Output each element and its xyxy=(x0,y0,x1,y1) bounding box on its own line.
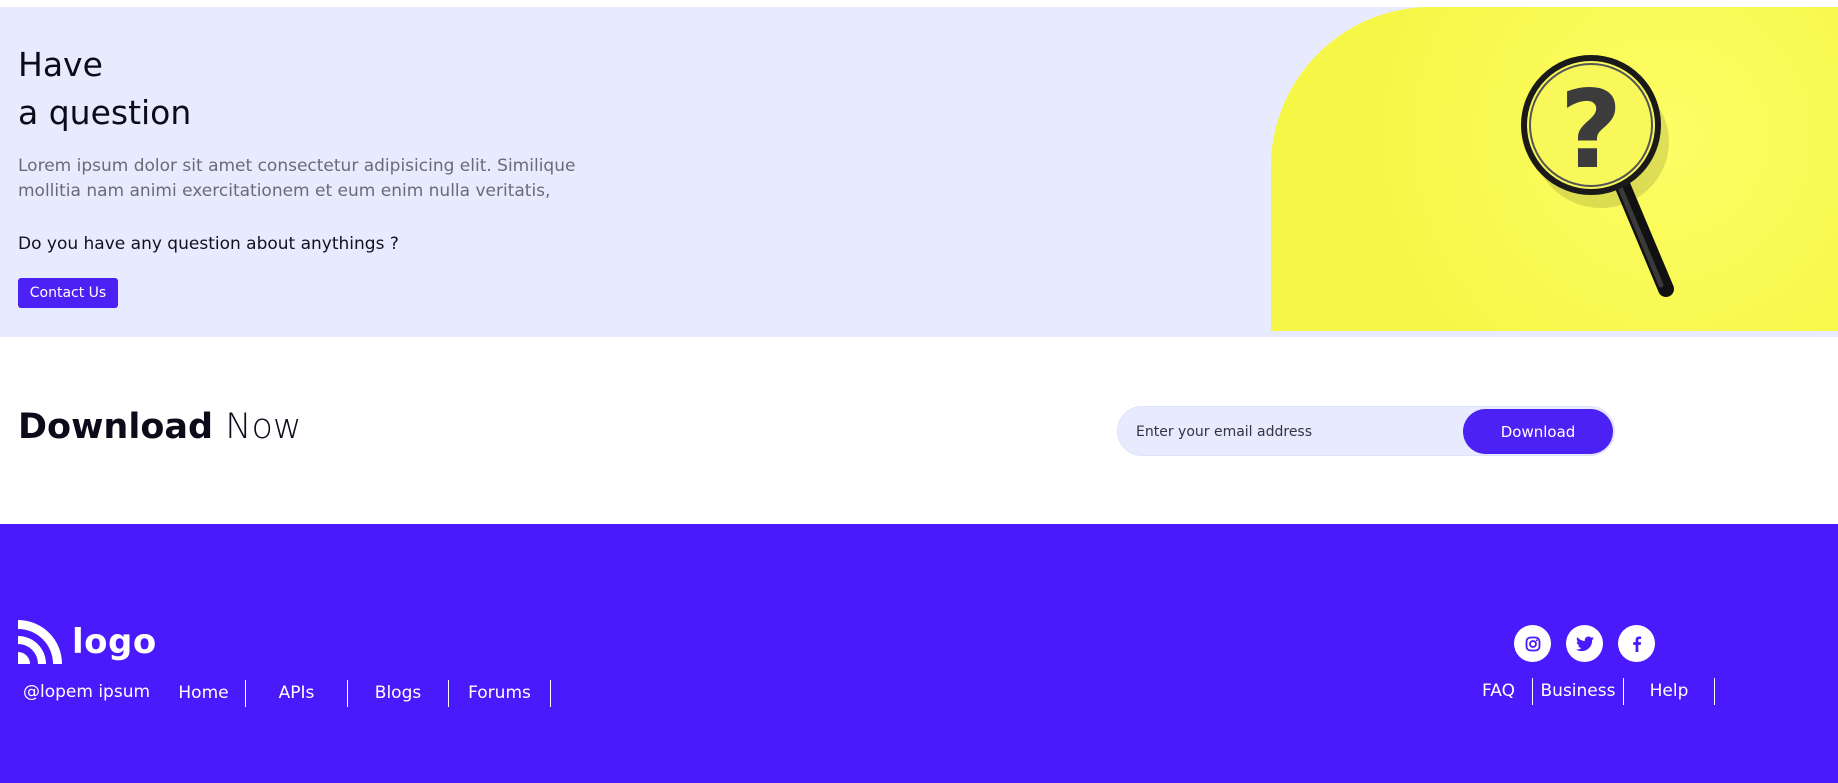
question-description: Lorem ipsum dolor sit amet consectetur a… xyxy=(18,156,576,201)
facebook-icon[interactable] xyxy=(1618,625,1655,662)
question-section: Have a question Lorem ipsum dolor sit am… xyxy=(0,7,1838,337)
footer-link-apis[interactable]: APIs xyxy=(246,680,348,707)
download-section: Download Now Download xyxy=(0,337,1838,524)
footer-logo[interactable]: logo xyxy=(18,620,157,664)
footer-link-business[interactable]: Business xyxy=(1533,678,1624,705)
footer: logo @lopem ipsum Home APIs Blogs Forums xyxy=(0,524,1838,783)
footer-nav-left: Home APIs Blogs Forums xyxy=(162,680,551,707)
question-prompt: Do you have any question about anythings… xyxy=(18,234,399,254)
download-title: Download Now xyxy=(18,407,302,447)
logo-text: logo xyxy=(72,622,157,662)
copyright-text: @lopem ipsum xyxy=(23,682,151,702)
svg-text:?: ? xyxy=(1560,68,1623,193)
download-title-bold: Download xyxy=(18,407,214,447)
download-title-light: Now xyxy=(225,407,302,447)
footer-link-forums[interactable]: Forums xyxy=(449,680,551,707)
magnifier-question-image: ? xyxy=(1271,7,1838,331)
footer-link-help[interactable]: Help xyxy=(1624,678,1715,705)
twitter-icon[interactable] xyxy=(1566,625,1603,662)
social-links xyxy=(1514,625,1655,662)
logo-rss-icon xyxy=(18,620,62,664)
footer-link-faq[interactable]: FAQ xyxy=(1465,678,1533,705)
question-title: Have a question xyxy=(18,41,191,137)
footer-link-blogs[interactable]: Blogs xyxy=(348,680,449,707)
contact-us-button[interactable]: Contact Us xyxy=(18,278,118,308)
email-download-form: Download xyxy=(1117,406,1615,456)
magnifier-icon: ? xyxy=(1521,55,1674,297)
instagram-icon[interactable] xyxy=(1514,625,1551,662)
email-field[interactable] xyxy=(1136,420,1456,444)
footer-nav-right: FAQ Business Help xyxy=(1465,678,1715,705)
footer-link-home[interactable]: Home xyxy=(162,680,246,707)
question-title-line1: Have xyxy=(18,45,103,84)
download-button[interactable]: Download xyxy=(1463,409,1613,454)
question-title-line2: a question xyxy=(18,93,192,132)
